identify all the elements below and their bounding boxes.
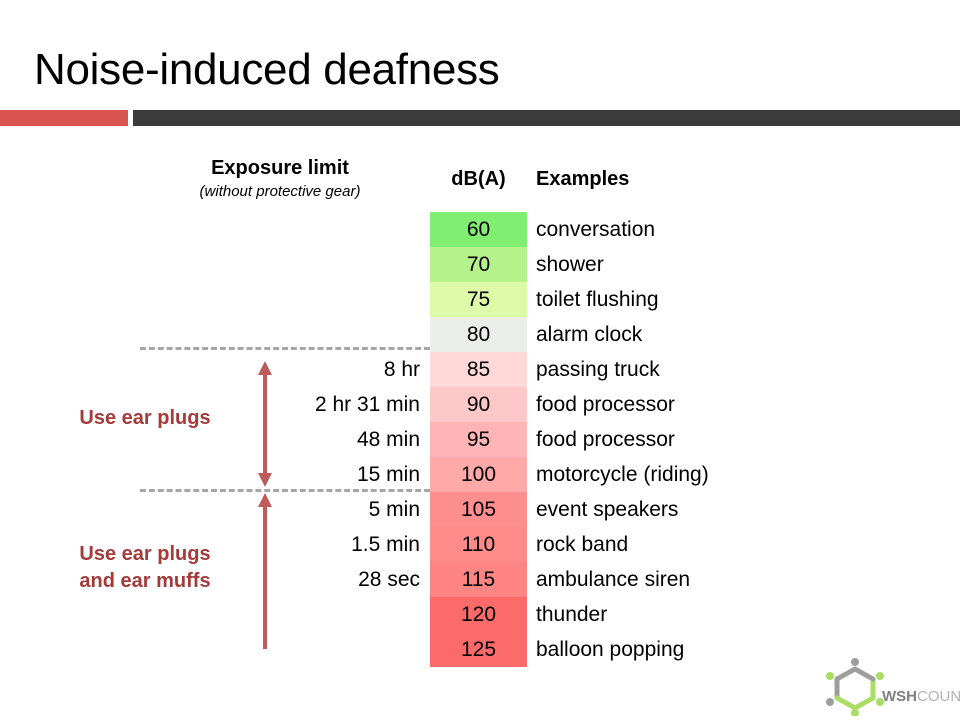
cell-exposure-limit <box>130 212 420 247</box>
cell-exposure-limit <box>130 597 420 632</box>
table-row: 70 shower <box>130 247 830 282</box>
annotation-use-ear-plugs-and-muffs: Use ear plugs and ear muffs <box>40 541 250 595</box>
cell-decibel-level: 75 <box>430 282 527 317</box>
cell-decibel-level: 70 <box>430 247 527 282</box>
column-header-exposure-limit: Exposure limit (without protective gear) <box>130 155 430 203</box>
cell-example-source: food processor <box>536 393 675 416</box>
cell-decibel-level: 95 <box>430 422 527 457</box>
cell-example-source: balloon popping <box>536 638 685 661</box>
annotation-use-ear-plugs-text: Use ear plugs <box>79 407 211 429</box>
cell-example-source: food processor <box>536 428 675 451</box>
page-title: Noise-induced deafness <box>34 45 500 94</box>
annotation-use-ear-plugs: Use ear plugs <box>40 405 250 432</box>
logo-text-council: COUNCIL <box>917 688 960 705</box>
cell-example-source: conversation <box>536 218 656 241</box>
table-row: 125 balloon popping <box>130 632 830 667</box>
column-header-db: dB(A) <box>451 168 506 190</box>
wsh-council-logo: WSHCOUNCIL <box>822 658 960 716</box>
annotation-muffs-line2: and ear muffs <box>79 570 211 592</box>
cell-decibel-level: 125 <box>430 632 527 667</box>
cell-decibel-level: 90 <box>430 387 527 422</box>
threshold-divider-105db <box>140 489 430 492</box>
cell-exposure-limit <box>130 282 420 317</box>
wsh-hexagon-icon <box>826 658 884 716</box>
cell-decibel-level: 60 <box>430 212 527 247</box>
table-row: 5 min 105 event speakers <box>130 492 830 527</box>
ear-plugs-and-muffs-range-arrow <box>255 493 275 649</box>
cell-example-source: ambulance siren <box>536 568 691 591</box>
cell-example-source: passing truck <box>536 358 660 381</box>
cell-decibel-level: 120 <box>430 597 527 632</box>
cell-example-source: shower <box>536 253 604 276</box>
cell-exposure-limit <box>130 247 420 282</box>
table-row: 15 min 100 motorcycle (riding) <box>130 457 830 492</box>
slide-canvas: Noise-induced deafness Exposure limit (w… <box>0 0 960 720</box>
cell-example-source: event speakers <box>536 498 679 521</box>
cell-decibel-level: 100 <box>430 457 527 492</box>
cell-decibel-level: 110 <box>430 527 527 562</box>
column-header-exposure-sub: (without protective gear) <box>199 183 361 200</box>
cell-exposure-limit: 8 hr <box>383 358 420 381</box>
noise-level-table: 60 conversation 70 shower 75 toilet flushing 8… <box>130 212 830 667</box>
cell-exposure-limit: 5 min <box>368 498 420 521</box>
table-row: 120 thunder <box>130 597 830 632</box>
cell-example-source: motorcycle (riding) <box>536 463 709 486</box>
cell-example-source: rock band <box>536 533 629 556</box>
title-rule-red <box>0 110 128 126</box>
title-rule-dark <box>133 110 960 126</box>
cell-decibel-level: 115 <box>430 562 527 597</box>
cell-example-source: alarm clock <box>536 323 643 346</box>
cell-exposure-limit <box>130 632 420 667</box>
cell-exposure-limit: 15 min <box>356 463 420 486</box>
table-row: 60 conversation <box>130 212 830 247</box>
logo-text-wsh: WSH <box>882 688 917 705</box>
threshold-divider-85db <box>140 347 430 350</box>
column-header-exposure-main: Exposure limit <box>211 157 349 179</box>
table-row: 75 toilet flushing <box>130 282 830 317</box>
wsh-council-wordmark: WSHCOUNCIL <box>882 688 960 705</box>
cell-decibel-level: 105 <box>430 492 527 527</box>
ear-plugs-range-arrow <box>255 361 275 487</box>
table-row: 8 hr 85 passing truck <box>130 352 830 387</box>
cell-example-source: thunder <box>536 603 608 626</box>
cell-example-source: toilet flushing <box>536 288 659 311</box>
cell-decibel-level: 85 <box>430 352 527 387</box>
cell-decibel-level: 80 <box>430 317 527 352</box>
annotation-muffs-line1: Use ear plugs <box>79 543 211 565</box>
column-header-examples: Examples <box>536 168 630 190</box>
